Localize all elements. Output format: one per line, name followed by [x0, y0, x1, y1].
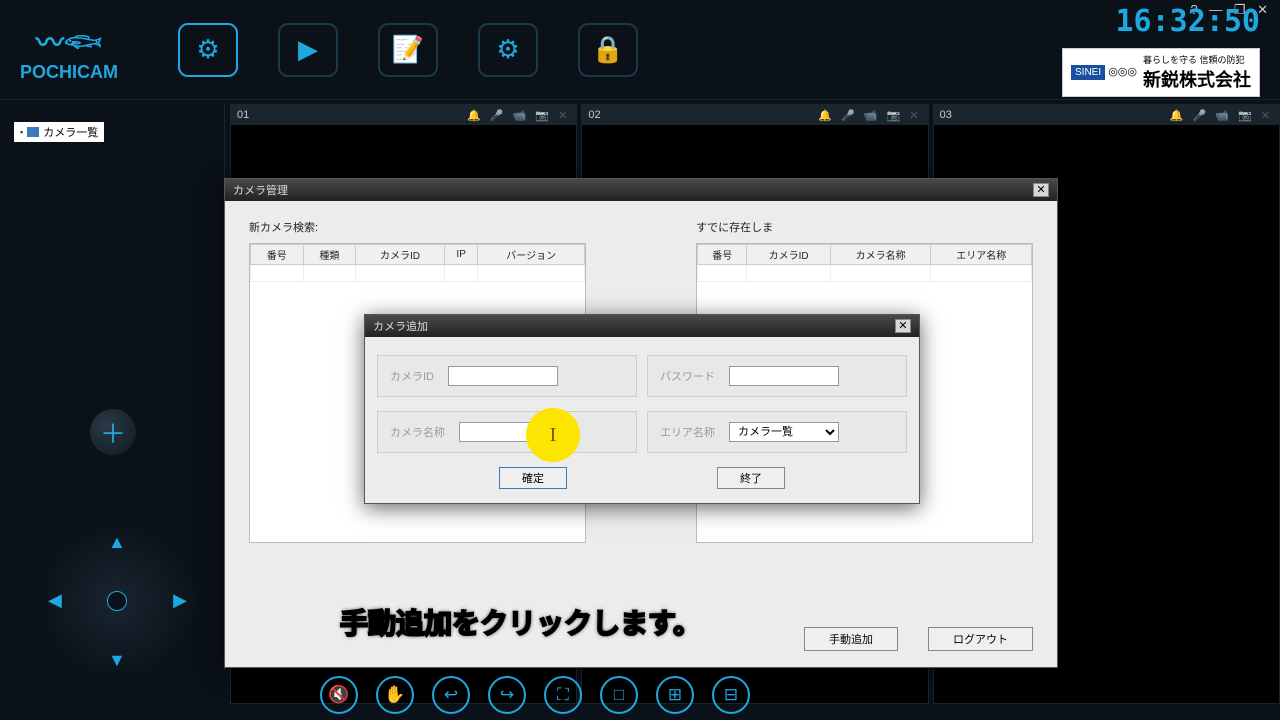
col-area-name[interactable]: エリア名称 — [931, 245, 1032, 265]
note-edit-icon: 📝 — [392, 34, 424, 65]
banner-icons: ◎◎◎ — [1108, 66, 1137, 78]
camera-id-input[interactable] — [448, 366, 558, 386]
top-toolbar: 〰︎𓆟 POCHICAM ⚙ ▶ 📝 ⚙ 🔒 16:32:50 SINEI ◎◎… — [0, 0, 1280, 100]
gear-icon: ⚙ — [496, 34, 519, 65]
tree-minus-icon: ▪ — [20, 127, 23, 137]
banner-tagline: 暮らしを守る 信頼の防犯 — [1143, 53, 1251, 66]
hand-icon: ✋ — [384, 685, 405, 705]
col-number[interactable]: 番号 — [698, 245, 747, 265]
col-camera-name[interactable]: カメラ名称 — [830, 245, 931, 265]
pane-icons[interactable]: 🔔 🎤 📹 📷 ✕ — [1170, 109, 1273, 122]
play-icon: ▶ — [298, 34, 318, 65]
cm-title: カメラ管理 — [233, 182, 288, 198]
dpad-left[interactable]: ◀ — [48, 590, 62, 611]
play-button[interactable]: ▶ — [278, 23, 338, 77]
bottom-toolbar: 🔇 ✋ ↩ ↪ ⛶ □ ⊞ ⊟ — [320, 676, 750, 714]
pane-number: 01 — [237, 109, 467, 121]
top-buttons: ⚙ ▶ 📝 ⚙ 🔒 — [178, 23, 638, 77]
add-close-button[interactable]: ✕ — [895, 319, 911, 333]
layout-9-button[interactable]: ⊟ — [712, 676, 750, 714]
area-name-select[interactable]: カメラ一覧 — [729, 422, 839, 442]
mute-icon: 🔇 — [328, 685, 349, 705]
import-icon: ↪ — [500, 685, 514, 705]
layout-1-button[interactable]: □ — [600, 676, 638, 714]
ptz-dpad: ▲ ▼ ◀ ▶ — [40, 524, 195, 679]
camera-tree-root[interactable]: ▪ カメラ一覧 — [14, 122, 104, 142]
banner-company: 新鋭株式会社 — [1143, 66, 1251, 92]
camera-add-dialog: カメラ追加 ✕ カメラID パスワード カメラ名称 エリア名称 カメラ一覧 — [364, 314, 920, 504]
next-button[interactable]: ↪ — [488, 676, 526, 714]
app-logo: 〰︎𓆟 POCHICAM — [20, 16, 118, 83]
brand-banner: SINEI ◎◎◎ 暮らしを守る 信頼の防犯 新鋭株式会社 — [1062, 48, 1260, 97]
dpad-center[interactable] — [107, 591, 127, 611]
area-name-label: エリア名称 — [660, 424, 715, 440]
add-title: カメラ追加 — [373, 318, 428, 334]
exit-button[interactable]: 終了 — [717, 467, 785, 489]
password-label: パスワード — [660, 368, 715, 384]
plus-icon: ＋ — [100, 414, 126, 451]
pane-number: 02 — [588, 109, 818, 121]
square-icon: □ — [614, 685, 624, 705]
col-ip[interactable]: IP — [444, 245, 477, 265]
col-camera-id[interactable]: カメラID — [747, 245, 831, 265]
edit-button[interactable]: 📝 — [378, 23, 438, 77]
hand-button[interactable]: ✋ — [376, 676, 414, 714]
dpad-disk: ▲ ▼ ◀ ▶ — [40, 524, 195, 679]
col-version[interactable]: バージョン — [478, 245, 585, 265]
col-type[interactable]: 種類 — [303, 245, 356, 265]
prev-button[interactable]: ↩ — [432, 676, 470, 714]
app-name: POCHICAM — [20, 62, 118, 82]
add-titlebar[interactable]: カメラ追加 ✕ — [365, 315, 919, 337]
pane-icons[interactable]: 🔔 🎤 📹 📷 ✕ — [467, 109, 570, 122]
folder-icon — [27, 127, 39, 137]
confirm-button[interactable]: 確定 — [499, 467, 567, 489]
dpad-up[interactable]: ▲ — [108, 532, 126, 553]
dpad-right[interactable]: ▶ — [173, 590, 187, 611]
col-number[interactable]: 番号 — [251, 245, 304, 265]
grid-4-icon: ⊞ — [668, 685, 682, 705]
cm-titlebar[interactable]: カメラ管理 ✕ — [225, 179, 1057, 201]
left-sidebar: ▪ カメラ一覧 ＋ ▲ ▼ ◀ ▶ — [0, 104, 225, 670]
pane-icons[interactable]: 🔔 🎤 📹 📷 ✕ — [818, 109, 921, 122]
camera-name-input[interactable] — [459, 422, 569, 442]
camera-name-label: カメラ名称 — [390, 424, 445, 440]
logo-wave-icon: 〰︎𓆟 — [20, 16, 118, 62]
reel-icon: ⚙ — [196, 34, 219, 65]
fullscreen-button[interactable]: ⛶ — [544, 676, 582, 714]
existing-camera-label: すでに存在しま — [696, 219, 1033, 235]
sinei-logo: SINEI — [1071, 65, 1105, 80]
clock: 16:32:50 — [1116, 4, 1261, 39]
dpad-down[interactable]: ▼ — [108, 650, 126, 671]
manual-add-button[interactable]: 手動追加 — [804, 627, 898, 651]
layout-4-button[interactable]: ⊞ — [656, 676, 694, 714]
grid-9-icon: ⊟ — [724, 685, 738, 705]
tutorial-caption: 手動追加をクリックします。 — [340, 602, 701, 642]
pane-number: 03 — [940, 109, 1170, 121]
cm-close-button[interactable]: ✕ — [1033, 183, 1049, 197]
expand-icon: ⛶ — [557, 685, 569, 705]
settings-button[interactable]: ⚙ — [478, 23, 538, 77]
lock-icon: 🔒 — [592, 34, 624, 65]
add-camera-button[interactable]: ＋ — [90, 409, 136, 455]
col-camera-id[interactable]: カメラID — [356, 245, 445, 265]
logout-button[interactable]: ログアウト — [928, 627, 1033, 651]
lock-button[interactable]: 🔒 — [578, 23, 638, 77]
record-button[interactable]: ⚙ — [178, 23, 238, 77]
new-camera-search-label: 新カメラ検索: — [249, 219, 586, 235]
camera-id-label: カメラID — [390, 368, 434, 384]
password-input[interactable] — [729, 366, 839, 386]
mute-button[interactable]: 🔇 — [320, 676, 358, 714]
export-icon: ↩ — [444, 685, 458, 705]
tree-root-label: カメラ一覧 — [43, 124, 98, 140]
